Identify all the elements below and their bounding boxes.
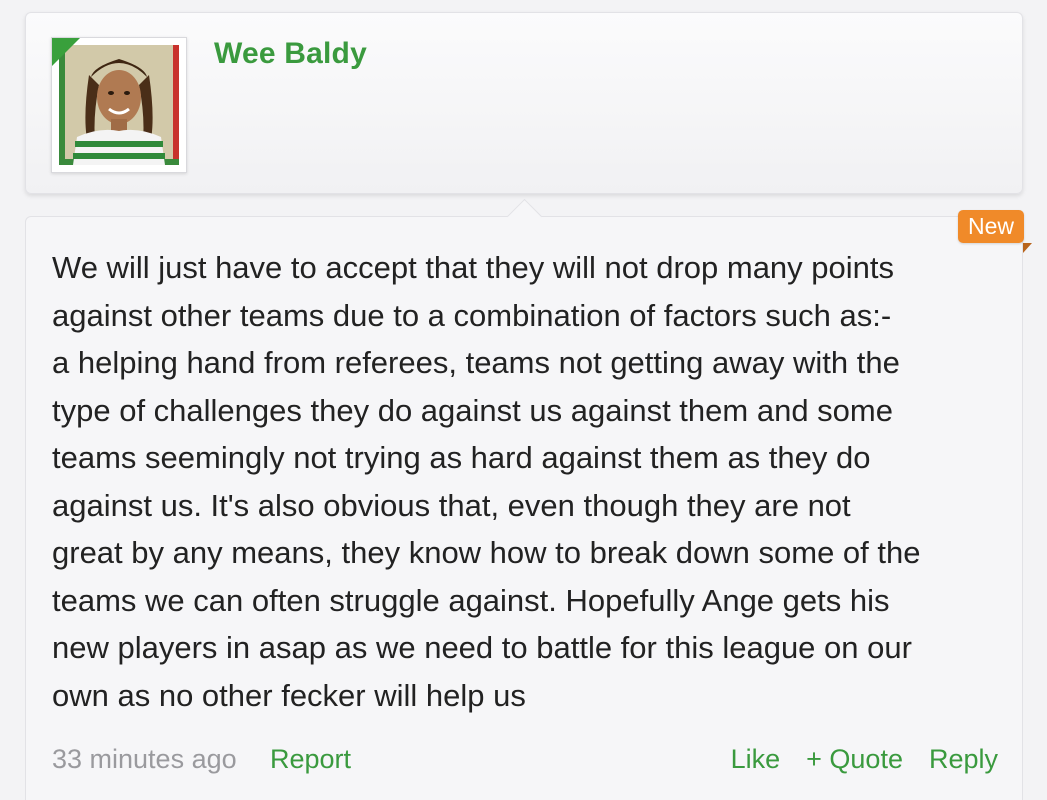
new-badge: New [958, 210, 1025, 243]
post-body: We will just have to accept that they wi… [52, 244, 1012, 719]
avatar[interactable] [51, 37, 187, 173]
author-card: Wee Baldy [25, 12, 1023, 194]
report-link[interactable]: Report [270, 741, 351, 777]
post-line: type of challenges they do against us ag… [52, 392, 893, 428]
post-timestamp[interactable]: 33 minutes ago [52, 741, 237, 777]
post-line: own as no other fecker will help us [52, 677, 526, 713]
quote-button[interactable]: + Quote [806, 741, 903, 777]
badge-fold [1023, 243, 1032, 253]
post-line: against other teams due to a combination… [52, 297, 892, 333]
like-button[interactable]: Like [731, 741, 781, 777]
reply-button[interactable]: Reply [929, 741, 998, 777]
post-line: teams we can often struggle against. Hop… [52, 582, 890, 618]
post-line: We will just have to accept that they wi… [52, 250, 895, 285]
post-line: a helping hand from referees, teams not … [52, 345, 900, 380]
post-line: against us. It's also obvious that, even… [52, 487, 851, 523]
username[interactable]: Wee Baldy [214, 37, 367, 71]
online-indicator-icon [52, 38, 80, 66]
card-pointer [506, 198, 543, 235]
post-footer: 33 minutes ago Report Like + Quote Reply [52, 741, 1000, 777]
post-line: new players in asap as we need to battle… [52, 630, 912, 665]
post-line: great by any means, they know how to bre… [52, 535, 921, 570]
post-line: teams seemingly not trying as hard again… [52, 440, 871, 475]
forum-post: Wee Baldy New We will just have to accep… [0, 0, 1047, 800]
post-actions: Like + Quote Reply [731, 741, 998, 777]
